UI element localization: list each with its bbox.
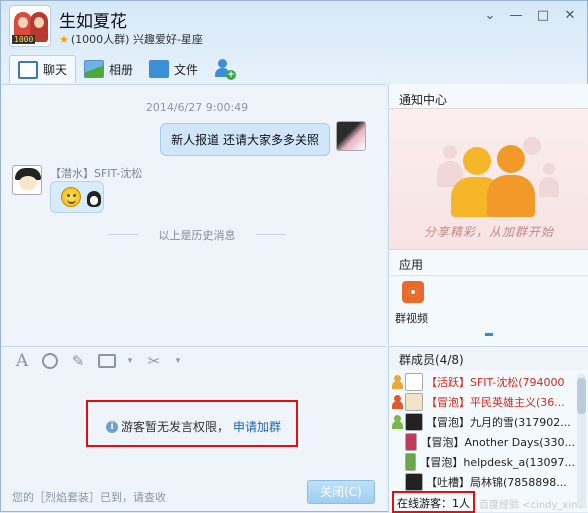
chat-icon <box>18 60 38 79</box>
member-row[interactable]: 【冒泡】九月的雪(317902... <box>391 412 575 432</box>
minimize-button[interactable]: — <box>509 9 523 23</box>
member-name: 【冒泡】九月的雪(317902... <box>426 416 571 429</box>
chat-window: 1000 生如夏花 ★ (1000人群) 兴趣爱好-星座 ⌄ — □ ✕ 聊天 相… <box>0 0 588 513</box>
message-timestamp: 2014/6/27 9:00:49 <box>145 101 249 114</box>
admin-role-icon <box>391 395 403 409</box>
apps-title: 应用 <box>399 258 424 272</box>
member-count-badge: 1000 <box>12 35 36 44</box>
status-message: 您的［烈焰套装］已到，请查收 <box>12 491 166 504</box>
my-message-bubble[interactable]: 新人报道 还请大家多多关照 <box>160 123 330 156</box>
tab-album[interactable]: 相册 <box>76 55 141 83</box>
member-row[interactable]: 【吐槽】局林锦(7858898... <box>391 472 575 492</box>
member-avatar[interactable] <box>405 453 417 471</box>
share-slogan: 分享精彩，从加群开始 <box>423 225 554 239</box>
scissors-icon[interactable]: ✂ <box>144 352 164 370</box>
join-group-link[interactable]: 申请加群 <box>233 418 281 435</box>
member-row[interactable]: 【冒泡】平民英雄主义(36... <box>391 392 575 412</box>
member-name: 【吐槽】局林锦(7858898... <box>426 476 567 489</box>
page-indicator[interactable] <box>485 333 493 336</box>
tab-bar: 聊天 相册 文件 + <box>9 55 244 83</box>
tab-album-label: 相册 <box>109 62 134 77</box>
member-avatar[interactable] <box>405 473 423 491</box>
emoji-icon[interactable] <box>42 352 58 369</box>
penguin-emoji-icon <box>87 191 101 207</box>
message-input-area[interactable]: i 游客暂无发言权限， 申请加群 您的［烈焰套装］已到，请查收 关闭(C) <box>2 374 386 511</box>
member-avatar[interactable] <box>405 413 423 431</box>
tab-chat-label: 聊天 <box>43 63 68 77</box>
group-subtitle: ★ (1000人群) 兴趣爱好-星座 <box>59 31 203 47</box>
maximize-button[interactable]: □ <box>536 9 550 23</box>
received-message-bubble[interactable] <box>50 181 104 213</box>
no-permission-notice: i 游客暂无发言权限， 申请加群 <box>106 418 281 435</box>
close-window-button[interactable]: ✕ <box>563 9 577 23</box>
my-avatar[interactable] <box>336 121 366 151</box>
member-avatar[interactable] <box>405 433 418 451</box>
notice-text: 游客暂无发言权限， <box>121 420 230 434</box>
apps-header: 应用 <box>389 250 588 276</box>
group-video-icon[interactable] <box>402 281 424 303</box>
sender-avatar[interactable] <box>12 165 42 195</box>
history-divider: 以上是历史消息 <box>108 227 286 243</box>
member-name: 【冒泡】helpdesk_a(13097... <box>419 456 575 469</box>
message-history[interactable]: 2014/6/27 9:00:49 新人报道 还请大家多多关照 【潜水】SFIT… <box>2 84 386 346</box>
group-avatar[interactable]: 1000 <box>9 5 51 47</box>
member-row[interactable]: 【冒泡】Another Days(330... <box>391 432 575 452</box>
screenshot-dropdown-icon[interactable]: ▾ <box>174 356 182 366</box>
members-scrollbar[interactable] <box>577 374 586 508</box>
image-icon[interactable] <box>98 353 116 368</box>
notice-center-title: 通知中心 <box>399 93 448 107</box>
photo-icon <box>84 60 105 78</box>
group-video-label[interactable]: 群视频 <box>395 310 428 326</box>
tab-chat[interactable]: 聊天 <box>9 55 77 83</box>
image-dropdown-icon[interactable]: ▾ <box>126 356 134 366</box>
scrollbar-thumb[interactable] <box>577 378 586 414</box>
tab-add-member[interactable]: + <box>206 55 244 83</box>
smiley-emoji-icon <box>61 187 81 207</box>
member-role-icon <box>391 415 403 429</box>
member-name: 【冒泡】平民英雄主义(36... <box>426 396 565 409</box>
admin-role-icon <box>391 375 403 389</box>
edit-icon[interactable]: ✎ <box>68 352 88 370</box>
watermark: 百度经验 <cindy_xin... <box>479 500 588 511</box>
member-avatar[interactable] <box>405 393 423 411</box>
members-header: 群成员(4/8) <box>389 346 588 370</box>
member-name: 【活跃】SFIT-沈松(794000 <box>426 376 565 389</box>
info-icon: i <box>106 420 118 433</box>
side-panel: 通知中心 分享精彩，从加群开始 应用 群视频 群成员(4/8) 【活跃】SFIT… <box>388 84 588 512</box>
tab-files-label: 文件 <box>174 62 199 77</box>
members-title: 群成员(4/8) <box>399 353 464 367</box>
chevron-down-icon[interactable]: ⌄ <box>483 9 497 23</box>
member-avatar[interactable] <box>405 373 423 391</box>
member-row[interactable]: 【活跃】SFIT-沈松(794000 <box>391 372 575 392</box>
close-button[interactable]: 关闭(C) <box>307 480 375 504</box>
tab-files[interactable]: 文件 <box>141 55 206 83</box>
member-name: 【冒泡】Another Days(330... <box>420 436 575 449</box>
notice-illustration: 分享精彩，从加群开始 <box>389 108 588 250</box>
add-member-icon: + <box>214 58 237 80</box>
star-icon: ★ <box>59 33 69 46</box>
group-name: 生如夏花 <box>59 12 127 32</box>
sender-name[interactable]: 【潜水】SFIT-沈松 <box>50 165 142 181</box>
online-guest-count: 在线游客：1人 <box>397 497 470 510</box>
group-subtitle-text: (1000人群) 兴趣爱好-星座 <box>70 33 203 46</box>
font-icon[interactable]: A <box>12 351 32 371</box>
input-toolbar: A ✎ ▾ ✂ ▾ <box>2 346 386 374</box>
folder-icon <box>149 60 170 78</box>
member-row[interactable]: 【冒泡】helpdesk_a(13097... <box>391 452 575 472</box>
